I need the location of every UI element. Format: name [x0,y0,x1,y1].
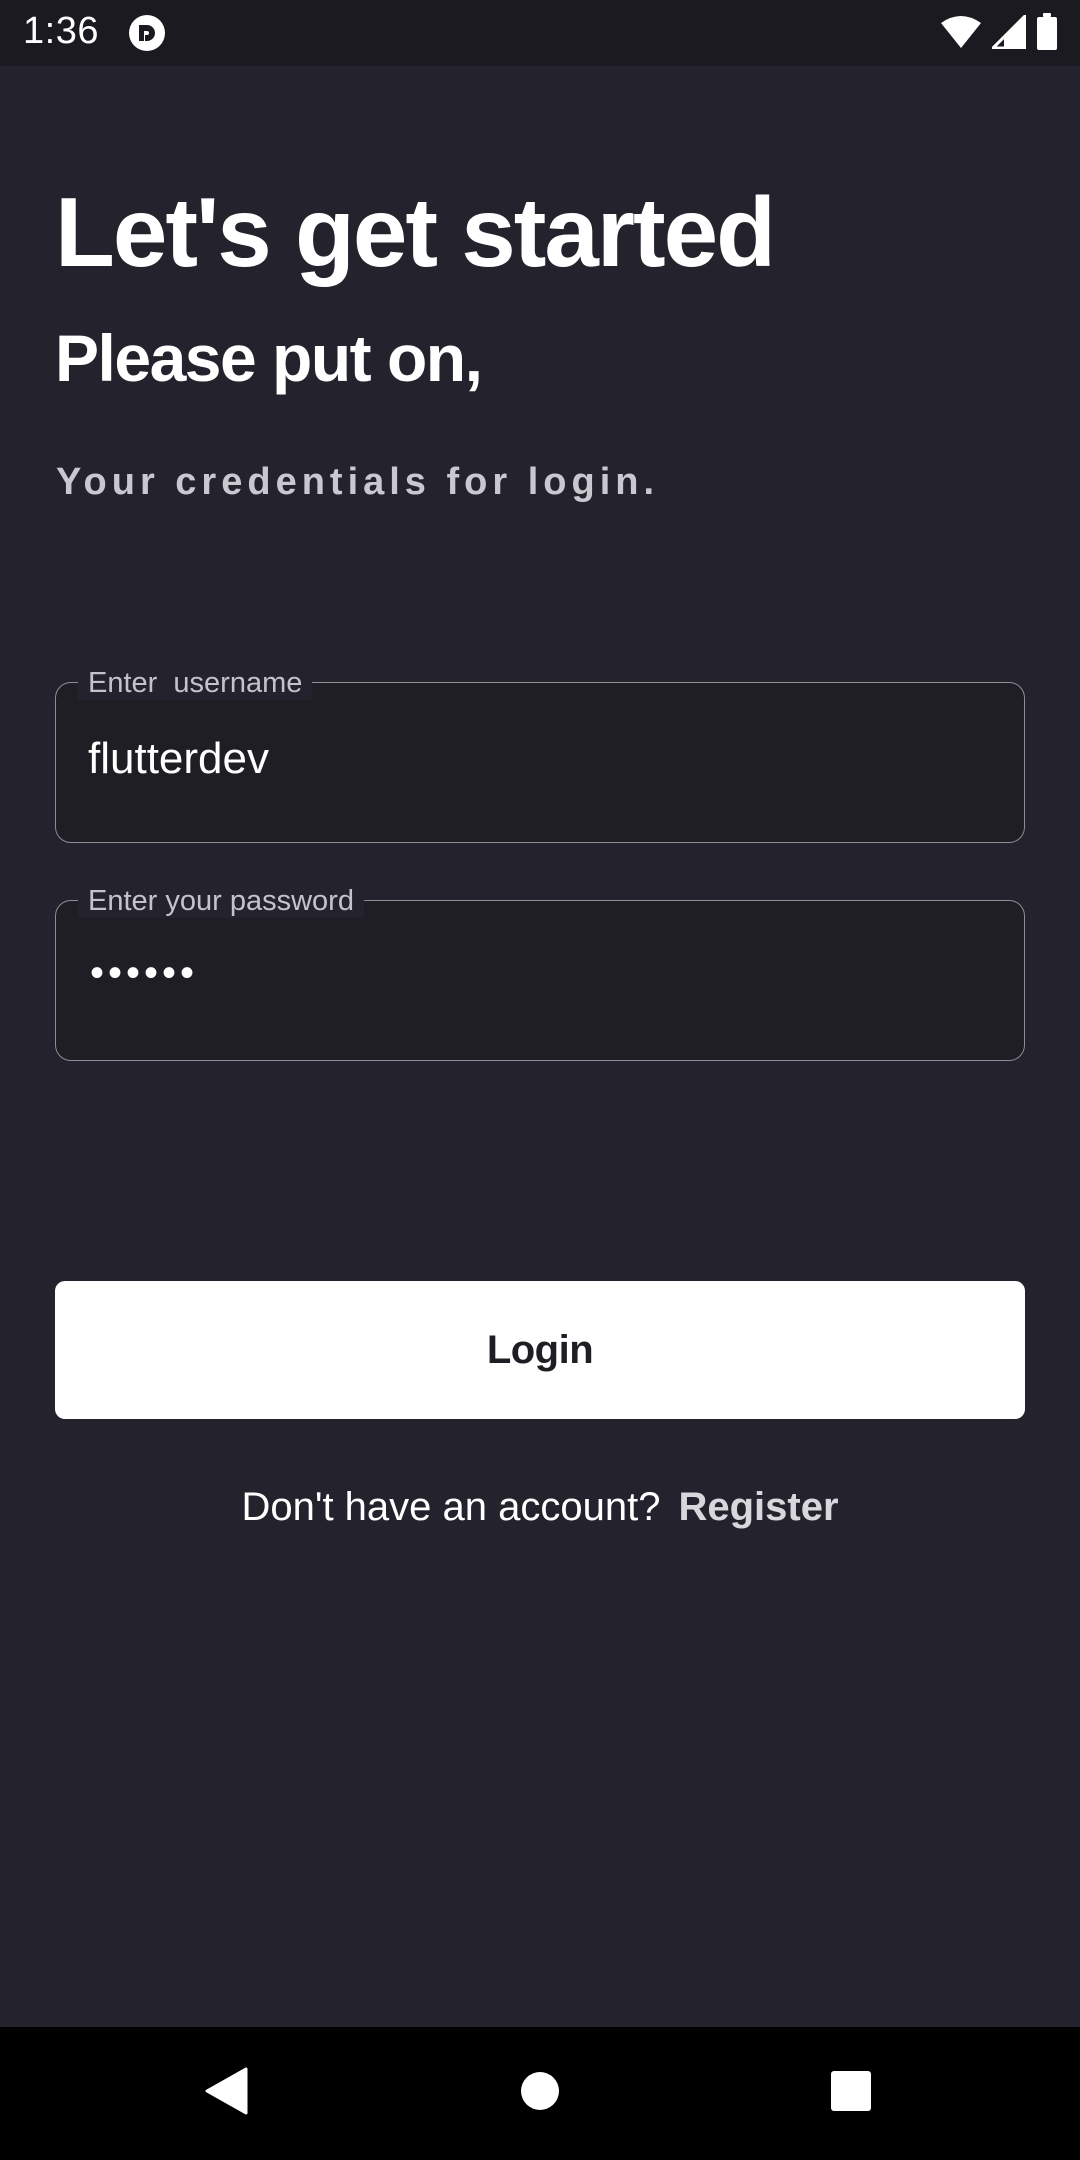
recents-icon [830,2070,872,2117]
register-link[interactable]: Register [678,1485,838,1529]
password-label: Enter your password [78,884,364,918]
navigation-bar [0,2027,1080,2160]
page-subtitle: Please put on, [55,321,483,395]
register-prompt-row: Don't have an account? Register [0,1487,1080,1527]
login-button[interactable]: Login [55,1281,1025,1419]
cellular-signal-icon [989,11,1027,54]
home-button[interactable] [470,2027,610,2160]
password-value[interactable]: •••••• [90,953,198,993]
wifi-icon [940,15,982,54]
status-bar: 1:36 [0,0,1080,66]
register-prompt: Don't have an account? [241,1485,661,1529]
status-time: 1:36 [23,10,99,52]
password-field[interactable]: Enter your password •••••• [55,884,1025,1061]
status-icons [940,11,1058,56]
back-button[interactable] [156,2027,296,2160]
login-screen: 1:36 Let's get started Please put on, Yo… [0,0,1080,2160]
page-caption: Your credentials for login. [56,461,660,503]
back-icon [204,2067,248,2120]
home-icon [520,2071,560,2116]
username-label: Enter username [78,666,313,700]
username-value[interactable]: flutterdev [88,737,269,781]
page-title: Let's get started [55,177,776,287]
app-notification-icon [128,14,166,52]
recents-button[interactable] [781,2027,921,2160]
login-button-label: Login [486,1327,594,1372]
username-field[interactable]: Enter username flutterdev [55,666,1025,843]
battery-icon [1036,12,1058,56]
